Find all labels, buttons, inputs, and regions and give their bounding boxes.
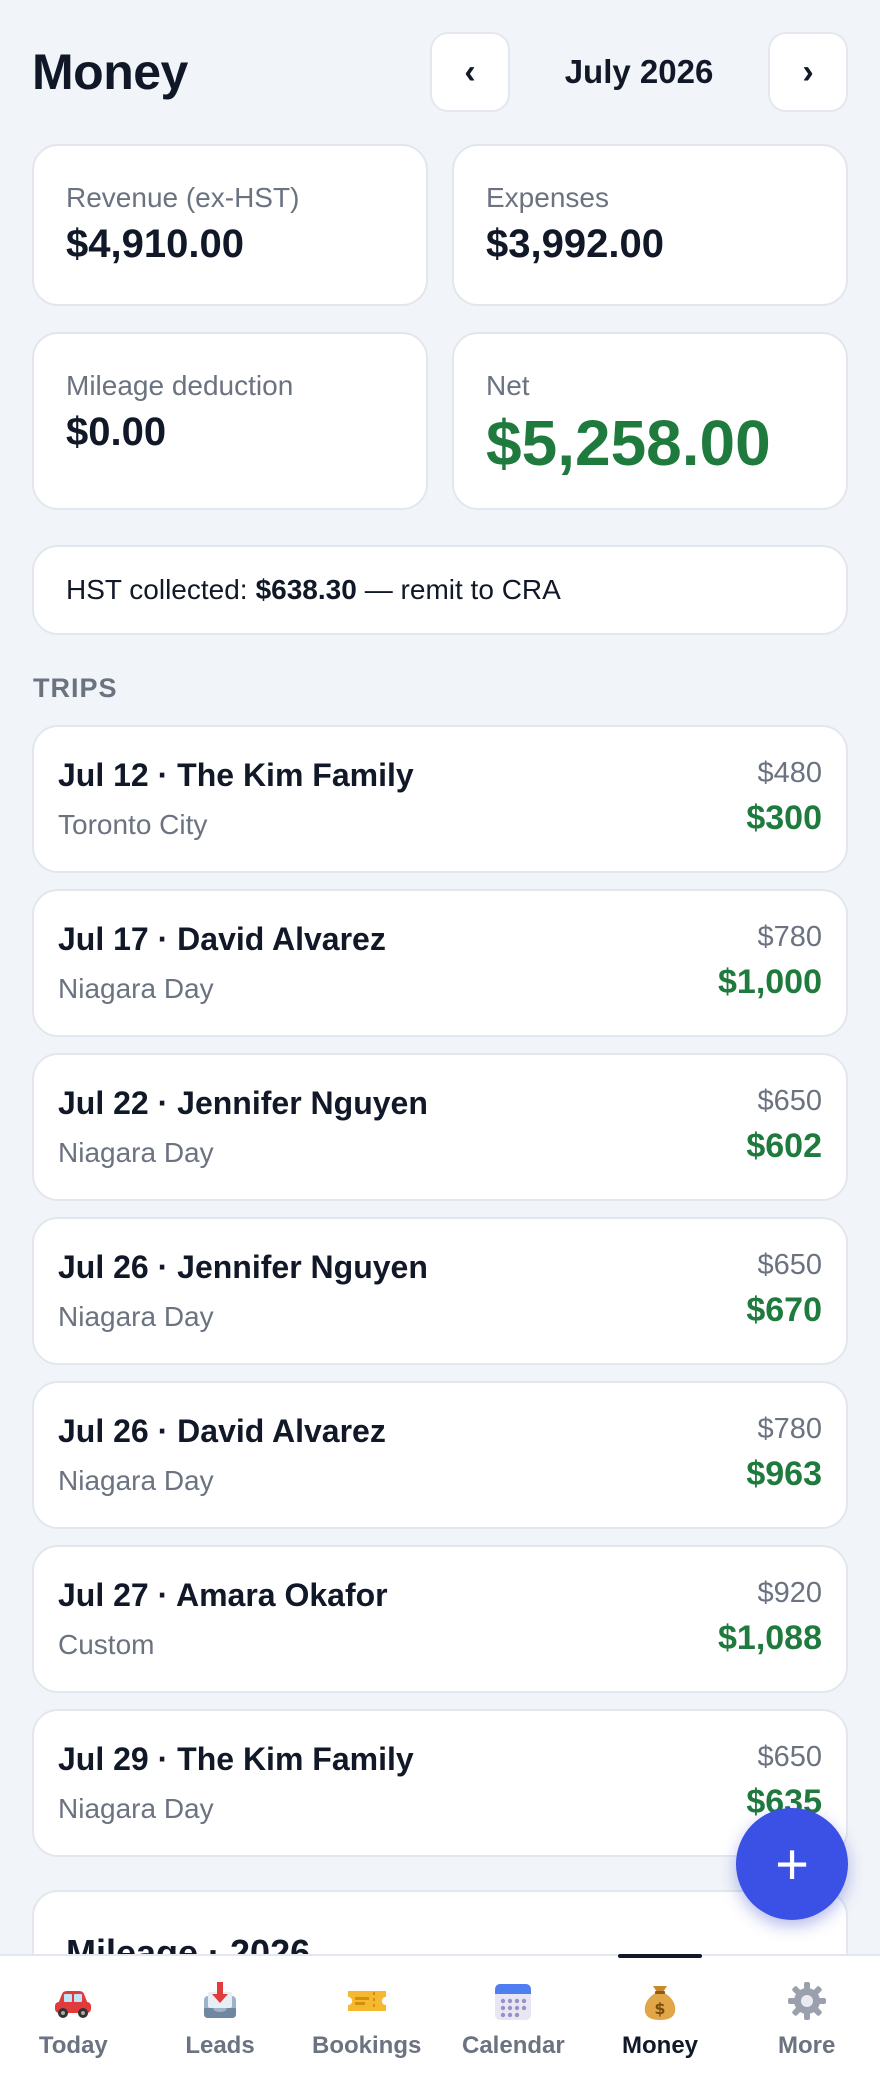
trip-route: Niagara Day <box>58 1793 214 1824</box>
revenue-label: Revenue (ex-HST) <box>66 182 300 213</box>
trip-title: Jul 17 · David Alvarez <box>58 921 386 957</box>
car-icon <box>50 1978 96 2024</box>
trip-row[interactable]: Jul 17 · David Alvarez Niagara Day $780 … <box>32 889 848 1037</box>
trip-net: $963 <box>746 1455 822 1493</box>
tab-label: Leads <box>185 2032 255 2059</box>
trip-net: $670 <box>746 1291 822 1329</box>
bottom-tab-bar: Today Leads Bookings Calendar $ Money Mo… <box>0 1954 880 2080</box>
net-label: Net <box>486 370 530 401</box>
tab-label: Today <box>38 2032 108 2059</box>
tab-today[interactable]: Today <box>0 1956 147 2080</box>
trip-route: Niagara Day <box>58 1465 214 1496</box>
tab-label: Bookings <box>312 2032 422 2059</box>
trip-route: Niagara Day <box>58 973 214 1004</box>
mileage-deduction-label: Mileage deduction <box>66 370 294 401</box>
trip-row[interactable]: Jul 26 · Jennifer Nguyen Niagara Day $65… <box>32 1217 848 1365</box>
mileage-deduction-card: Mileage deduction $0.00 <box>32 332 428 510</box>
expenses-label: Expenses <box>486 182 609 213</box>
header: Money ‹ July 2026 › <box>32 32 848 112</box>
trip-net: $300 <box>746 799 822 837</box>
page-title: Money <box>32 44 188 100</box>
money-bag-icon: $ <box>637 1978 683 2024</box>
expenses-value: $3,992.00 <box>486 222 664 266</box>
trip-row[interactable]: Jul 26 · David Alvarez Niagara Day $780 … <box>32 1381 848 1529</box>
tab-money[interactable]: $ Money <box>587 1956 734 2080</box>
trip-title: Jul 29 · The Kim Family <box>58 1741 414 1777</box>
trip-route: Toronto City <box>58 809 208 840</box>
trip-price: $650 <box>757 1741 822 1773</box>
hst-banner: HST collected: $638.30 — remit to CRA <box>32 545 848 635</box>
tab-leads[interactable]: Leads <box>147 1956 294 2080</box>
trip-price: $650 <box>757 1249 822 1281</box>
mileage-deduction-value: $0.00 <box>66 410 167 454</box>
expenses-card: Expenses $3,992.00 <box>452 144 848 306</box>
tab-label: Money <box>622 2032 699 2059</box>
trip-net: $1,000 <box>718 963 822 1001</box>
revenue-card: Revenue (ex-HST) $4,910.00 <box>32 144 428 306</box>
tab-calendar[interactable]: Calendar <box>440 1956 587 2080</box>
month-nav: ‹ July 2026 › <box>430 32 848 112</box>
inbox-icon <box>197 1978 243 2024</box>
prev-month-button[interactable]: ‹ <box>430 32 510 112</box>
net-value: $5,258.00 <box>486 407 771 479</box>
ticket-icon <box>344 1978 390 2024</box>
trip-route: Niagara Day <box>58 1301 214 1332</box>
trip-row[interactable]: Jul 12 · The Kim Family Toronto City $48… <box>32 725 848 873</box>
trip-row[interactable]: Jul 27 · Amara Okafor Custom $920 $1,088 <box>32 1545 848 1693</box>
trip-price: $480 <box>757 757 822 789</box>
trip-route: Niagara Day <box>58 1137 214 1168</box>
add-button[interactable]: + <box>736 1808 848 1920</box>
next-month-button[interactable]: › <box>768 32 848 112</box>
tab-bookings[interactable]: Bookings <box>293 1956 440 2080</box>
trip-title: Jul 26 · David Alvarez <box>58 1413 386 1449</box>
trip-route: Custom <box>58 1629 155 1660</box>
trip-row[interactable]: Jul 29 · The Kim Family Niagara Day $650… <box>32 1709 848 1857</box>
calendar-icon <box>490 1978 536 2024</box>
gear-icon <box>784 1978 830 2024</box>
month-label: July 2026 <box>564 53 714 90</box>
trip-title: Jul 22 · Jennifer Nguyen <box>58 1085 428 1121</box>
trip-row[interactable]: Jul 22 · Jennifer Nguyen Niagara Day $65… <box>32 1053 848 1201</box>
tab-more[interactable]: More <box>733 1956 880 2080</box>
hst-amount: $638.30 <box>255 574 357 605</box>
trip-price: $780 <box>757 1413 822 1445</box>
trip-title: Jul 27 · Amara Okafor <box>58 1577 388 1613</box>
hst-prefix: HST collected: <box>66 574 248 605</box>
svg-text:$: $ <box>654 1999 665 2018</box>
trip-price: $650 <box>757 1085 822 1117</box>
trip-title: Jul 12 · The Kim Family <box>58 757 414 793</box>
net-card: Net $5,258.00 <box>452 332 848 510</box>
trips-section-title: TRIPS <box>33 673 118 703</box>
trip-price: $920 <box>757 1577 822 1609</box>
revenue-value: $4,910.00 <box>66 222 244 266</box>
tab-label: More <box>778 2032 836 2059</box>
trip-title: Jul 26 · Jennifer Nguyen <box>58 1249 428 1285</box>
trip-price: $780 <box>757 921 822 953</box>
trip-net: $1,088 <box>718 1619 822 1657</box>
hst-suffix: — remit to CRA <box>364 574 561 605</box>
tab-label: Calendar <box>462 2032 565 2059</box>
trip-net: $602 <box>746 1127 822 1165</box>
